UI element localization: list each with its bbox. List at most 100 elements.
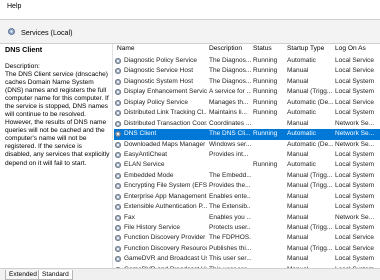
service-gear-icon [114,78,122,85]
service-log-on-as: Local Service [335,57,375,64]
service-startup-type: Manual [287,234,309,242]
table-row[interactable]: Enterprise App Management... Enables ente… [114,192,380,202]
table-row[interactable]: Distributed Link Tracking Cl... Maintains… [114,108,380,118]
service-gear-icon [114,89,122,96]
service-startup-type: Manual (Trigg... [287,171,333,179]
service-name: Display Enhancement Service [124,88,207,96]
service-log-on-as: Local System [335,255,375,263]
service-log-on-as: Local System [335,161,375,169]
service-status: Running [253,77,278,85]
service-log-on-as: Local System [335,150,375,158]
column-header-startup-type[interactable]: Startup Type [287,45,324,52]
service-log-on-as: Local Service [335,244,375,252]
service-name: Distributed Link Tracking Cl... [124,109,207,117]
service-status: Running [253,88,278,96]
service-name: Diagnostic Policy Service [124,57,197,64]
service-gear-icon [114,162,122,169]
service-startup-type: Manual [287,150,309,158]
table-row[interactable]: Downloaded Maps Manager Windows ser... Aut… [114,140,380,150]
services-gear-icon [8,28,15,35]
service-status: Running [253,109,278,117]
service-gear-icon [114,224,122,232]
service-name: GameDVR and Broadcast Use... [124,255,207,263]
table-row[interactable]: DNS Client The DNS Cli... Running Automatic… [114,129,380,140]
service-gear-icon [114,256,122,263]
table-row[interactable]: Distributed Transaction Coor... Coordinat… [114,119,380,129]
table-row[interactable]: GameDVR and Broadcast Use...This user se… [114,254,380,264]
service-description: Coordinates ... [209,119,251,127]
table-row[interactable]: Embedded Mode The Embedd... Manual (Trigg.… [114,171,380,181]
service-name: Fax [124,213,135,221]
service-description: The Diagnos... [209,67,251,75]
menu-help[interactable]: Help [7,3,21,10]
column-header-name[interactable]: Name [117,45,135,52]
service-name: ELAN Service [124,161,165,169]
service-name: Display Policy Service [124,98,188,106]
tab-extended[interactable]: Extended [5,270,41,280]
service-gear-icon [114,99,122,106]
service-gear-icon [114,204,122,211]
service-name: Diagnostic Service Host [124,67,193,75]
service-startup-type: Manual [287,192,309,200]
service-gear-icon [114,68,122,75]
service-description: Provides the... [209,182,251,190]
table-row[interactable]: Function Discovery Resource... Publishes … [114,244,380,254]
service-rows: Diagnostic Policy Service The Diagnos... R… [114,56,380,268]
table-row[interactable]: Display Policy Service Manages th... Runni… [114,98,380,108]
service-gear-icon [114,172,122,179]
service-gear-icon [114,141,122,148]
service-startup-type: Manual [287,77,309,85]
service-description: Publishes thi... [209,244,251,252]
service-log-on-as: Network Se... [335,130,375,138]
service-description: Manages th... [209,98,249,106]
table-row[interactable]: File History Service Protects user... Manu… [114,223,380,233]
column-header-log-on-as[interactable]: Log On As [335,45,366,52]
service-startup-type: Automatic [287,109,316,117]
table-row[interactable]: Function Discovery Provider ... The FDPHO… [114,233,380,243]
panel-header: Services (Local) [0,20,380,44]
table-row[interactable]: Display Enhancement Service A service for… [114,87,380,97]
service-description: Windows ser... [209,140,251,148]
table-row[interactable]: Extensible Authentication P... The Extens… [114,202,380,212]
description-label: Description: [5,63,40,70]
description-pane: DNS Client Description: The DNS Client s… [0,44,113,268]
table-row[interactable]: ELAN Service Running Automatic Local System [114,160,380,170]
service-log-on-as: Local System [335,224,375,231]
service-description: Enables ente... [209,192,251,200]
table-row[interactable]: EasyAntiCheat Provides int... Manual Local … [114,150,380,160]
table-row[interactable]: Encrypting File System (EFS) Provides the… [114,181,380,191]
service-gear-icon [114,235,122,242]
service-startup-type: Manual [287,203,309,211]
column-header-description[interactable]: Description [209,45,242,52]
service-description: The Diagnos... [209,57,251,64]
service-log-on-as: Local System [335,192,375,200]
service-gear-icon [114,120,122,127]
services-list[interactable]: Name Description Status Startup Type Log… [114,44,380,268]
service-gear-icon [114,183,122,190]
service-status: Running [253,67,278,75]
service-description: Maintains li... [209,109,247,117]
service-name: Encrypting File System (EFS) [124,182,207,190]
menu-bar: Help [0,0,380,14]
service-startup-type: Manual [287,213,309,221]
table-row[interactable]: Diagnostic Policy Service The Diagnos... R… [114,56,380,66]
table-row[interactable]: Diagnostic System Host The Diagnos... Runn… [114,77,380,87]
tab-standard[interactable]: Standard [38,270,73,280]
table-row[interactable]: Diagnostic Service Host The Diagnos... Run… [114,66,380,76]
service-log-on-as: Local System [335,77,375,85]
service-description: The Embedd... [209,171,251,179]
service-name: Enterprise App Management... [124,192,207,200]
table-row[interactable]: Fax Enables you ... Manual Network Se... [114,213,380,223]
view-tabs: Extended Standard [0,268,380,280]
service-gear-icon [114,214,122,221]
service-name: Function Discovery Resource... [124,244,207,252]
service-description: The Diagnos... [209,77,251,85]
service-log-on-as: Local Service [335,234,375,242]
service-name: EasyAntiCheat [124,150,167,158]
column-header-status[interactable]: Status [253,45,272,52]
service-name: Distributed Transaction Coor... [124,119,207,127]
service-startup-type: Automatic [287,130,316,138]
service-description: This user ser... [209,255,251,263]
service-log-on-as: Local Service [335,67,375,75]
service-startup-type: Automatic (De... [287,140,333,148]
